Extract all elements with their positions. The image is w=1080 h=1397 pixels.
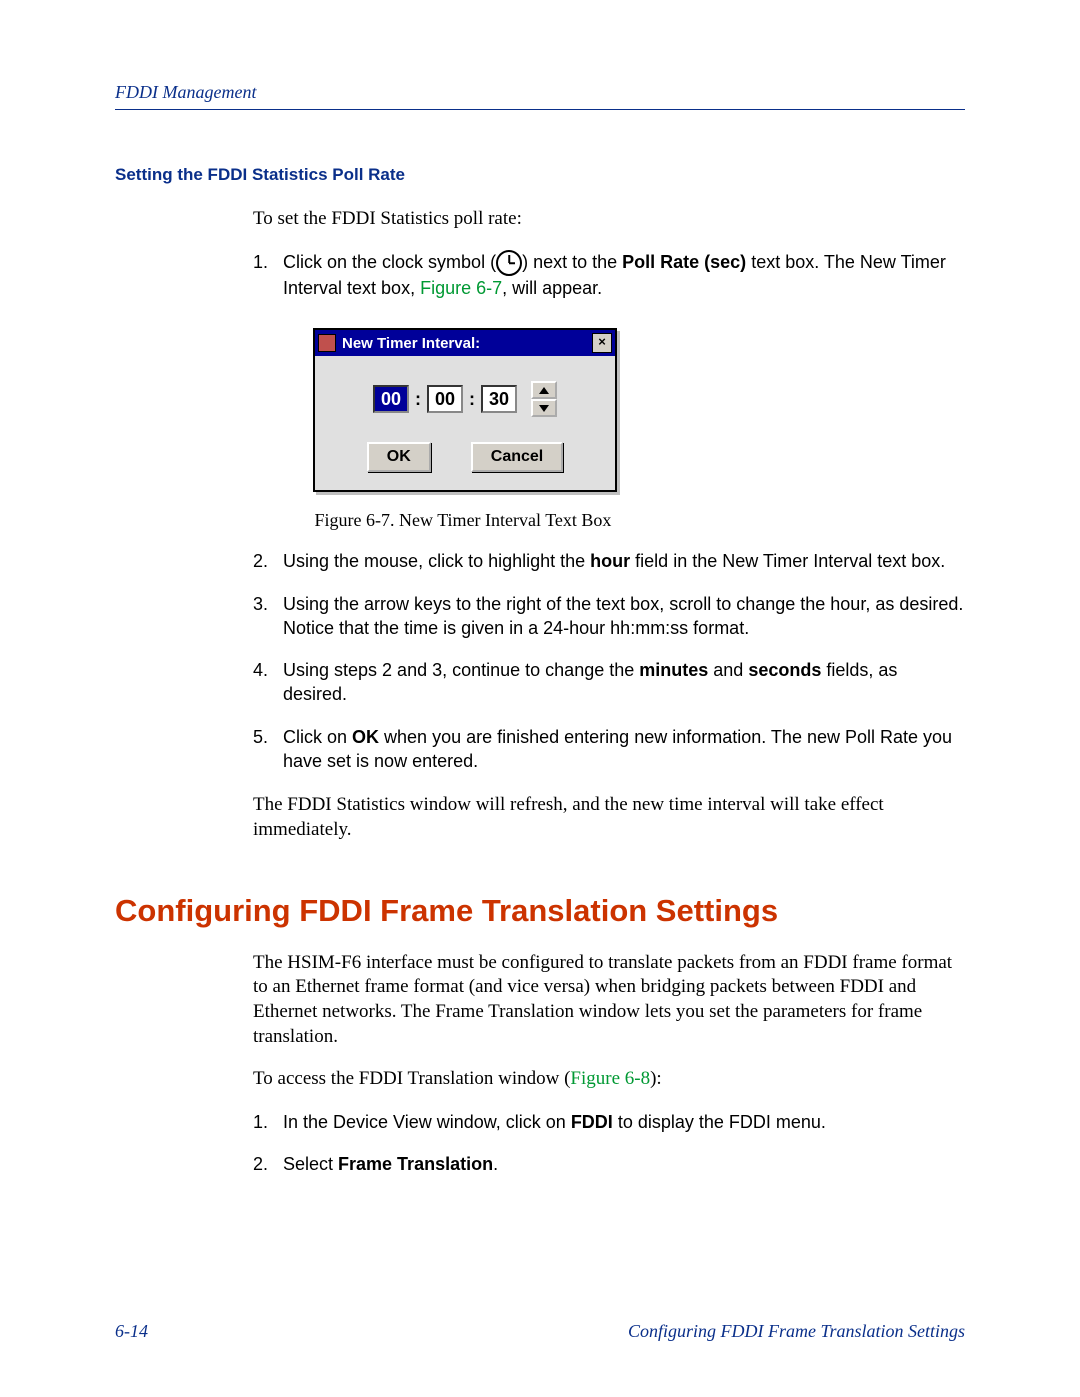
hours-field[interactable]: 00 [373, 385, 409, 413]
step-number: 2. [253, 549, 283, 573]
clock-icon [496, 250, 522, 276]
spinner-up-button[interactable] [531, 381, 557, 399]
step-number: 1. [253, 250, 283, 301]
running-header: FDDI Management [115, 82, 965, 110]
dialog-titlebar: New Timer Interval: × [315, 330, 615, 356]
close-icon[interactable]: × [592, 333, 612, 353]
spinner-down-button[interactable] [531, 399, 557, 417]
figure-caption: Figure 6-7. New Timer Interval Text Box [313, 510, 613, 531]
page: FDDI Management Setting the FDDI Statist… [0, 0, 1080, 1397]
step-2: Using the mouse, click to highlight the … [283, 549, 965, 573]
step-number: 1. [253, 1110, 283, 1134]
seconds-field[interactable]: 30 [481, 385, 517, 413]
step-number: 3. [253, 592, 283, 641]
figure-link-6-7[interactable]: Figure 6-7 [420, 278, 502, 298]
ok-button[interactable]: OK [367, 442, 431, 472]
footer-section-title: Configuring FDDI Frame Translation Setti… [628, 1321, 965, 1342]
step-number: 2. [253, 1152, 283, 1176]
chevron-down-icon [539, 405, 549, 412]
body-paragraph-1: The HSIM-F6 interface must be configured… [253, 951, 965, 1050]
chevron-up-icon [539, 387, 549, 394]
system-menu-icon[interactable] [318, 334, 336, 352]
time-input-row: 00 : 00 : 30 [333, 381, 597, 417]
page-footer: 6-14 Configuring FDDI Frame Translation … [115, 1321, 965, 1342]
body-paragraph-2: To access the FDDI Translation window (F… [253, 1067, 965, 1092]
access-step-2: Select Frame Translation. [283, 1152, 965, 1176]
heading-configuring: Configuring FDDI Frame Translation Setti… [115, 893, 965, 929]
step-number: 5. [253, 725, 283, 774]
step-4: Using steps 2 and 3, continue to change … [283, 658, 965, 707]
step-3: Using the arrow keys to the right of the… [283, 592, 965, 641]
step-1: Click on the clock symbol () next to the… [283, 250, 965, 301]
page-number: 6-14 [115, 1321, 148, 1342]
new-timer-dialog: New Timer Interval: × 00 : 00 : 30 [313, 328, 617, 492]
dialog-title: New Timer Interval: [342, 335, 592, 352]
step-number: 4. [253, 658, 283, 707]
minutes-field[interactable]: 00 [427, 385, 463, 413]
intro-text: To set the FDDI Statistics poll rate: [253, 207, 965, 232]
after-steps-text: The FDDI Statistics window will refresh,… [253, 793, 965, 842]
figure-6-7: New Timer Interval: × 00 : 00 : 30 [313, 328, 965, 492]
step-5: Click on OK when you are finished enteri… [283, 725, 965, 774]
time-spinner [531, 381, 557, 417]
access-step-1: In the Device View window, click on FDDI… [283, 1110, 965, 1134]
subheading: Setting the FDDI Statistics Poll Rate [115, 165, 965, 185]
colon-separator: : [413, 389, 423, 410]
cancel-button[interactable]: Cancel [471, 442, 563, 472]
colon-separator: : [467, 389, 477, 410]
figure-link-6-8[interactable]: Figure 6-8 [570, 1068, 650, 1089]
